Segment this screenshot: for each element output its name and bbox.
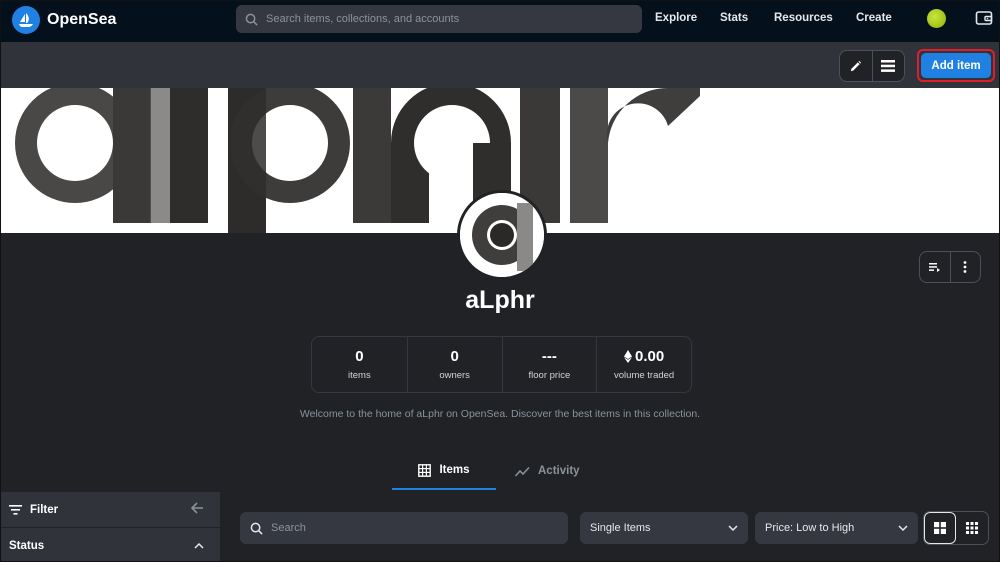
tab-label: Activity xyxy=(538,465,580,477)
tab-label: Items xyxy=(439,464,470,476)
stat-value: 0.00 xyxy=(635,348,665,365)
item-type-select[interactable]: Single Items xyxy=(580,512,748,544)
chevron-up-icon xyxy=(194,543,204,549)
wallet-icon[interactable] xyxy=(975,9,993,27)
pencil-icon xyxy=(851,60,862,71)
item-type-value: Single Items xyxy=(590,522,651,534)
add-item-highlight: Add item xyxy=(917,49,995,82)
collection-description: Welcome to the home of aLphr on OpenSea.… xyxy=(299,408,701,420)
stat-label: items xyxy=(348,370,371,381)
chevron-down-icon xyxy=(728,525,738,531)
collection-stats: 0 items 0 owners --- floor price 0.00 vo… xyxy=(311,336,692,393)
grid-icon xyxy=(418,463,432,477)
global-search-input[interactable] xyxy=(266,13,636,25)
items-search-bar[interactable] xyxy=(240,512,568,544)
stat-owners[interactable]: 0 owners xyxy=(406,337,502,392)
collection-avatar xyxy=(457,190,547,280)
status-section-header[interactable]: Status xyxy=(0,529,220,562)
stat-value: 0 xyxy=(450,348,459,365)
opensea-logo-icon xyxy=(12,6,40,34)
grid-size-toggle xyxy=(923,511,989,545)
stat-label: owners xyxy=(439,370,470,381)
collection-toolbar xyxy=(0,42,1000,88)
edit-toolbar-group xyxy=(839,50,905,82)
sort-value: Price: Low to High xyxy=(765,522,855,534)
tab-items[interactable]: Items xyxy=(392,452,496,490)
list-icon xyxy=(881,60,896,72)
list-view-button[interactable] xyxy=(871,51,904,81)
stat-items[interactable]: 0 items xyxy=(312,337,407,392)
more-vertical-icon xyxy=(964,261,967,273)
collection-actions-group xyxy=(919,251,981,283)
status-label: Status xyxy=(9,540,45,552)
nav-stats[interactable]: Stats xyxy=(720,12,748,24)
large-grid-icon xyxy=(934,522,947,534)
small-grid-button[interactable] xyxy=(956,512,988,544)
playlist-button[interactable] xyxy=(920,252,950,282)
chevron-down-icon xyxy=(898,525,908,531)
profile-avatar[interactable] xyxy=(927,9,946,28)
filter-label: Filter xyxy=(30,503,59,516)
top-navigation: OpenSea Explore Stats Resources Create xyxy=(0,0,1000,42)
filter-header[interactable]: Filter xyxy=(0,492,220,528)
nav-resources[interactable]: Resources xyxy=(774,12,833,24)
collection-title: aLphr xyxy=(465,286,535,314)
add-item-button[interactable]: Add item xyxy=(921,53,991,78)
ethereum-icon xyxy=(624,350,633,363)
stat-volume-traded[interactable]: 0.00 volume traded xyxy=(596,337,691,392)
nav-create[interactable]: Create xyxy=(856,12,892,24)
playlist-icon xyxy=(928,263,940,272)
brand-name: OpenSea xyxy=(47,11,117,28)
stat-label: floor price xyxy=(528,370,571,381)
sort-select[interactable]: Price: Low to High xyxy=(755,512,918,544)
large-grid-button[interactable] xyxy=(924,512,957,544)
stat-label: volume traded xyxy=(614,370,675,381)
search-icon xyxy=(245,13,258,26)
arrow-left-icon[interactable] xyxy=(191,502,204,514)
small-grid-icon xyxy=(966,522,979,534)
search-icon xyxy=(250,522,263,535)
global-search-bar[interactable] xyxy=(236,5,642,33)
stat-value: 0 xyxy=(355,348,364,365)
nav-explore[interactable]: Explore xyxy=(655,12,697,24)
activity-icon xyxy=(515,466,530,477)
items-search-input[interactable] xyxy=(271,522,561,534)
tab-activity[interactable]: Activity xyxy=(515,452,580,490)
filter-icon xyxy=(9,504,22,515)
stat-floor-price[interactable]: --- floor price xyxy=(501,337,597,392)
opensea-logo[interactable]: OpenSea xyxy=(12,6,116,34)
more-options-button[interactable] xyxy=(949,252,980,282)
edit-collection-button[interactable] xyxy=(840,51,872,81)
stat-value: --- xyxy=(541,348,557,365)
filter-sidebar: Filter Status xyxy=(0,492,220,562)
collection-tabs: Items Activity xyxy=(0,452,1000,490)
stat-volume-value: 0.00 xyxy=(624,348,664,365)
